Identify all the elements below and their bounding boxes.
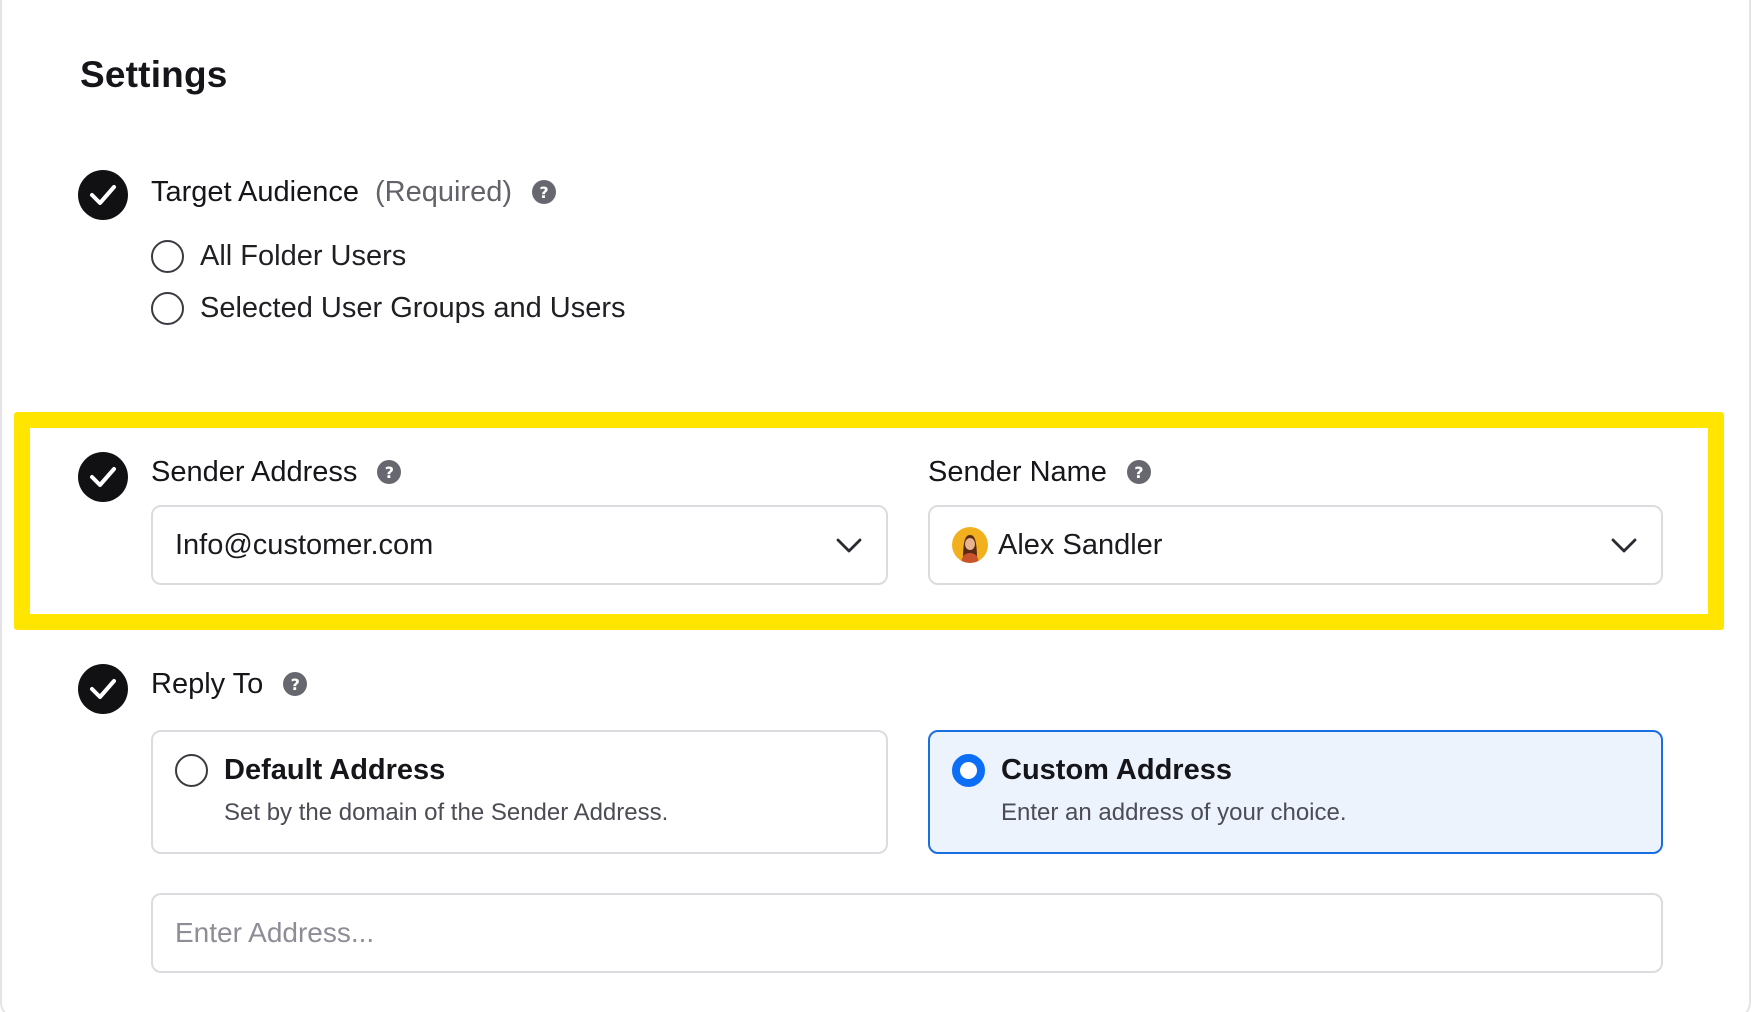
radio-button[interactable] — [151, 292, 184, 325]
radio-button[interactable] — [175, 754, 208, 787]
sender-name-select[interactable]: Alex Sandler — [928, 505, 1663, 585]
custom-address-card[interactable]: Custom Address Enter an address of your … — [928, 730, 1663, 854]
help-icon[interactable]: ? — [531, 180, 556, 204]
avatar — [952, 527, 988, 563]
radio-label: Selected User Groups and Users — [200, 292, 626, 324]
custom-address-input[interactable] — [151, 893, 1663, 973]
help-icon[interactable]: ? — [283, 672, 308, 696]
sender-address-value: Info@customer.com — [175, 528, 434, 561]
sender-address-label: Sender Address — [151, 455, 358, 488]
help-icon[interactable]: ? — [377, 460, 402, 484]
radio-all-folder-users[interactable]: All Folder Users — [151, 240, 406, 273]
radio-button-selected[interactable] — [952, 754, 985, 787]
reply-to-title: Reply To — [151, 667, 264, 700]
sender-name-label: Sender Name — [928, 455, 1107, 488]
chevron-down-icon — [1611, 538, 1637, 553]
default-address-description: Set by the domain of the Sender Address. — [224, 799, 669, 826]
chevron-down-icon — [836, 538, 862, 553]
target-audience-header: Target Audience (Required) ? — [151, 172, 556, 212]
help-icon[interactable]: ? — [1126, 460, 1151, 484]
default-address-title: Default Address — [224, 754, 446, 786]
sender-address-select[interactable]: Info@customer.com — [151, 505, 888, 585]
reply-to-header: Reply To ? — [151, 664, 308, 704]
radio-selected-groups-users[interactable]: Selected User Groups and Users — [151, 292, 626, 325]
radio-label: All Folder Users — [200, 240, 407, 272]
page-title: Settings — [80, 54, 228, 95]
default-address-card[interactable]: Default Address Set by the domain of the… — [151, 730, 888, 854]
sender-name-value: Alex Sandler — [998, 528, 1163, 561]
required-label: (Required) — [374, 175, 512, 208]
check-icon — [78, 170, 128, 220]
sender-name-header: Sender Name ? — [928, 452, 1151, 492]
custom-address-title: Custom Address — [1001, 754, 1232, 786]
radio-button[interactable] — [151, 240, 184, 273]
custom-address-description: Enter an address of your choice. — [1001, 799, 1347, 826]
sender-address-header: Sender Address ? — [151, 452, 402, 492]
check-icon — [78, 452, 128, 502]
check-icon — [78, 664, 128, 714]
target-audience-title: Target Audience — [151, 175, 359, 208]
